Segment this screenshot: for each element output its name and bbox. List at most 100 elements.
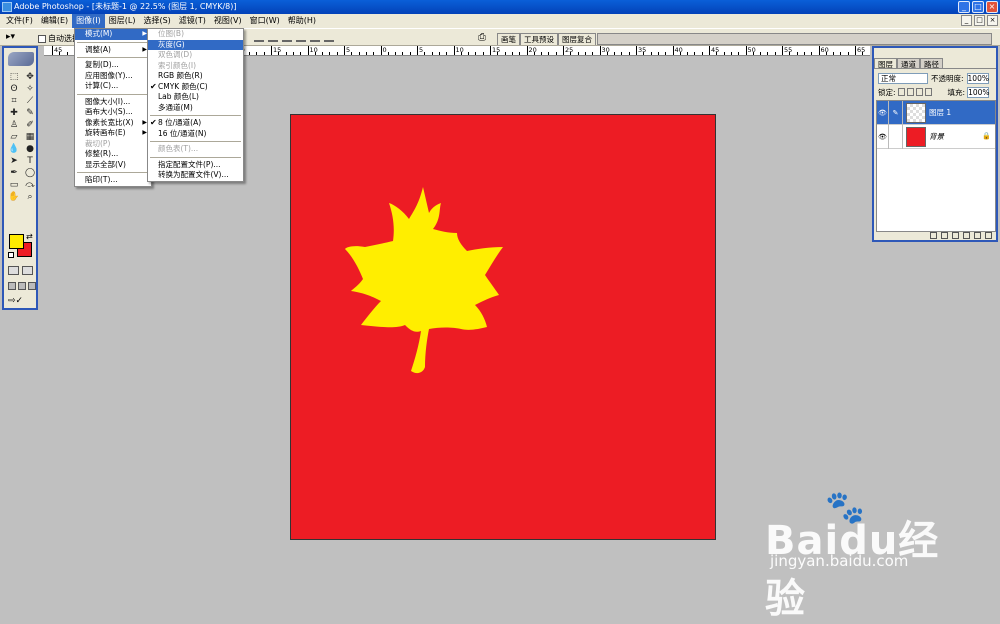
history-brush-tool-icon[interactable]: ✐: [23, 120, 37, 131]
eraser-tool-icon[interactable]: ▱: [7, 132, 21, 143]
align-top-icon[interactable]: [254, 33, 264, 42]
menu-layer[interactable]: 图层(L): [105, 14, 140, 28]
standard-screen-icon[interactable]: [8, 282, 16, 290]
add-mask-icon[interactable]: [941, 232, 948, 239]
lock-position-icon[interactable]: [916, 88, 923, 96]
mode-menu-item[interactable]: 灰度(G): [148, 40, 243, 51]
menu-file[interactable]: 文件(F): [2, 14, 37, 28]
path-selection-tool-icon[interactable]: ➤: [7, 156, 21, 167]
quick-mask-mode-icon[interactable]: [22, 266, 33, 275]
brush-link-icon[interactable]: ✎: [889, 101, 903, 125]
mode-menu-item[interactable]: Lab 颜色(L): [148, 92, 243, 103]
menu-help[interactable]: 帮助(H): [284, 14, 320, 28]
full-screen-menu-icon[interactable]: [18, 282, 26, 290]
zoom-tool-icon[interactable]: ⌕: [23, 192, 37, 203]
image-menu-item[interactable]: 应用图像(Y)...: [75, 71, 151, 82]
layer-style-icon[interactable]: [930, 232, 937, 239]
standard-mode-icon[interactable]: [8, 266, 19, 275]
gradient-tool-icon[interactable]: ▦: [23, 132, 37, 143]
image-menu-item[interactable]: 陷印(T)...: [75, 175, 151, 186]
image-menu-item[interactable]: 显示全部(V): [75, 160, 151, 171]
hand-tool-icon[interactable]: ✋: [7, 192, 21, 203]
notes-tool-icon[interactable]: ▭: [7, 180, 21, 191]
menu-window[interactable]: 窗口(W): [246, 14, 284, 28]
new-layer-icon[interactable]: [974, 232, 981, 239]
brush-tool-icon[interactable]: ✎: [23, 108, 37, 119]
dodge-tool-icon[interactable]: ●: [23, 144, 37, 155]
lock-all-icon[interactable]: [925, 88, 932, 96]
menu-view[interactable]: 视图(V): [210, 14, 246, 28]
menu-select[interactable]: 选择(S): [139, 14, 174, 28]
image-menu-item[interactable]: 像素长宽比(X)▶: [75, 118, 151, 129]
tab-paths[interactable]: 路径: [920, 58, 943, 68]
lasso-tool-icon[interactable]: ʘ: [7, 84, 21, 95]
mode-menu-item[interactable]: 指定配置文件(P)...: [148, 160, 243, 171]
visibility-eye-icon[interactable]: 👁: [877, 101, 889, 125]
jump-to-imageready-icon[interactable]: ⇨✓: [8, 296, 23, 306]
align-middle-icon[interactable]: [268, 33, 278, 42]
checkbox-box[interactable]: [38, 35, 46, 43]
menu-filter[interactable]: 滤镜(T): [175, 14, 210, 28]
image-menu-item[interactable]: 复制(D)...: [75, 60, 151, 71]
marquee-tool-icon[interactable]: ⬚: [7, 72, 21, 83]
clone-stamp-tool-icon[interactable]: ♙: [7, 120, 21, 131]
lock-transparency-icon[interactable]: [898, 88, 905, 96]
well-tab-layer-comps[interactable]: 图层复合: [558, 33, 596, 45]
mode-menu-item[interactable]: CMYK 颜色(C)✔: [148, 82, 243, 93]
opacity-field[interactable]: 100%: [967, 73, 989, 84]
mode-menu-item[interactable]: 8 位/通道(A)✔: [148, 118, 243, 129]
well-tab-tool-presets[interactable]: 工具预设: [520, 33, 558, 45]
align-left-icon[interactable]: [296, 33, 306, 42]
well-tab-brushes[interactable]: 画笔: [497, 33, 520, 45]
slice-tool-icon[interactable]: ⟋: [23, 96, 37, 107]
lock-pixels-icon[interactable]: [907, 88, 914, 96]
mode-menu-item[interactable]: 16 位/通道(N): [148, 129, 243, 140]
link-slot[interactable]: [889, 125, 903, 149]
doc-close-button[interactable]: ×: [987, 15, 998, 26]
delete-layer-icon[interactable]: [985, 232, 992, 239]
tab-layers[interactable]: 图层: [874, 58, 897, 68]
move-tool-icon[interactable]: ✥: [23, 72, 37, 83]
blend-mode-select[interactable]: 正常: [878, 73, 928, 84]
menu-edit[interactable]: 编辑(E): [37, 14, 72, 28]
close-button[interactable]: ×: [986, 1, 998, 13]
layer-row[interactable]: 👁 ✎ 图层 1: [877, 101, 995, 125]
mode-menu-item[interactable]: RGB 颜色(R): [148, 71, 243, 82]
menu-image[interactable]: 图像(I): [72, 14, 105, 28]
image-menu-item[interactable]: 旋转画布(E)▶: [75, 128, 151, 139]
document-canvas[interactable]: [290, 114, 716, 540]
adjustment-layer-icon[interactable]: [963, 232, 970, 239]
maximize-button[interactable]: □: [972, 1, 984, 13]
align-center-icon[interactable]: [310, 33, 320, 42]
magic-wand-tool-icon[interactable]: ✧: [23, 84, 37, 95]
default-colors-icon[interactable]: [8, 252, 14, 258]
shape-tool-icon[interactable]: ◯: [23, 168, 37, 179]
crop-tool-icon[interactable]: ⌗: [7, 96, 21, 107]
fill-field[interactable]: 100%: [967, 87, 989, 98]
doc-restore-button[interactable]: □: [974, 15, 985, 26]
tab-channels[interactable]: 通道: [897, 58, 920, 68]
new-set-icon[interactable]: [952, 232, 959, 239]
blur-tool-icon[interactable]: 💧: [7, 144, 21, 155]
mode-menu-item[interactable]: 转换为配置文件(V)...: [148, 170, 243, 181]
mode-menu-item[interactable]: 多通道(M): [148, 103, 243, 114]
align-bottom-icon[interactable]: [282, 33, 292, 42]
layer-row[interactable]: 👁 背景 🔒: [877, 125, 995, 149]
eyedropper-tool-icon[interactable]: ⤼: [23, 180, 37, 191]
image-menu-item[interactable]: 模式(M)▶: [75, 29, 151, 40]
image-menu-item[interactable]: 调整(A)▶: [75, 45, 151, 56]
pen-tool-icon[interactable]: ✒: [7, 168, 21, 179]
image-menu-item[interactable]: 画布大小(S)...: [75, 107, 151, 118]
image-menu-item[interactable]: 计算(C)...: [75, 81, 151, 92]
full-screen-icon[interactable]: [28, 282, 36, 290]
align-right-icon[interactable]: [324, 33, 334, 42]
swap-colors-icon[interactable]: ⇄: [26, 232, 33, 241]
image-menu-item[interactable]: 图像大小(I)...: [75, 97, 151, 108]
foreground-color-swatch[interactable]: [9, 234, 24, 249]
healing-brush-tool-icon[interactable]: ✚: [7, 108, 21, 119]
doc-minimize-button[interactable]: _: [961, 15, 972, 26]
minimize-button[interactable]: _: [958, 1, 970, 13]
image-menu-item[interactable]: 修整(R)...: [75, 149, 151, 160]
move-tool-preset-icon[interactable]: ▸▾: [6, 32, 28, 43]
visibility-eye-icon[interactable]: 👁: [877, 125, 889, 149]
